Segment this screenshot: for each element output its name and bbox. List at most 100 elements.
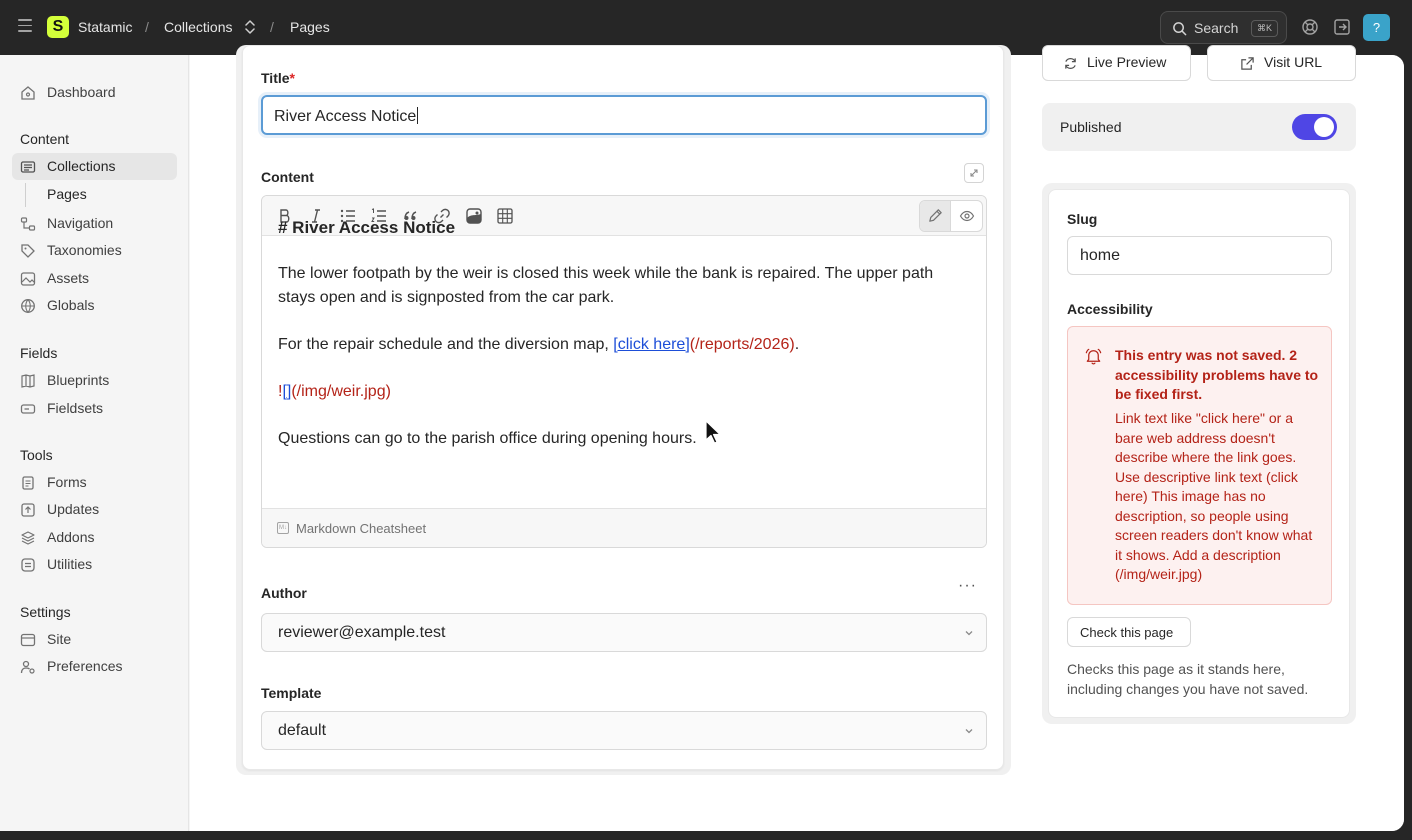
breadcrumb-site[interactable]: Statamic [78,19,132,35]
title-value: River Access Notice [274,108,417,125]
sidebar-item-label: Updates [47,501,100,517]
author-value: reviewer@example.test [278,624,446,641]
markdown-heading: # River Access Notice [278,218,456,237]
chevron-up-down-icon[interactable] [244,19,256,35]
title-input[interactable]: River Access Notice [261,95,987,135]
statamic-logo[interactable]: S [47,16,69,38]
expand-icon [970,169,978,177]
fullscreen-button[interactable] [964,163,984,183]
help-button[interactable]: ? [1363,14,1390,41]
preview-mode-button[interactable] [952,201,983,231]
sidebar-item-label: Globals [47,297,95,313]
markdown-icon: M↓ [277,522,289,534]
preferences-icon [20,660,35,674]
tag-icon [21,244,35,258]
navigation-icon [20,217,36,231]
sidebar-item-globals[interactable]: Globals [12,292,177,319]
sidebar-item-navigation[interactable]: Navigation [12,210,177,237]
site-icon [20,633,36,647]
sidebar-item-label: Taxonomies [47,242,122,258]
accessibility-label: Accessibility [1067,301,1153,317]
sidebar-heading-fields: Fields [20,345,58,361]
breadcrumb-collections[interactable]: Collections [164,19,232,35]
search-icon [1173,22,1187,36]
sidebar-heading-tools: Tools [20,447,53,463]
required-mark: * [289,70,295,86]
published-toggle[interactable] [1292,114,1337,140]
forms-icon [22,476,34,490]
slug-input[interactable]: home [1067,236,1332,275]
sidebar-item-label: Forms [47,474,87,490]
editor-mode-toggle [919,200,983,232]
breadcrumb-pages[interactable]: Pages [290,19,330,35]
sidebar-item-label: Collections [47,158,116,174]
sidebar-item-utilities[interactable]: Utilities [12,551,177,578]
author-label: Author [261,585,307,601]
markdown-link-text: [click here] [613,336,690,353]
check-page-note: Checks this page as it stands here, incl… [1067,661,1309,697]
sidebar-item-label: Assets [47,270,90,286]
blueprints-icon [21,374,35,388]
template-value: default [278,722,327,739]
markdown-image-alt: [] [282,383,292,400]
image-button[interactable] [464,206,484,226]
live-preview-button[interactable]: Live Preview [1042,45,1191,81]
table-button[interactable] [495,206,515,226]
live-preview-label: Live Preview [1087,54,1167,70]
content-label: Content [261,169,314,185]
sidebar-item-collections[interactable]: Collections [12,153,177,180]
markdown-paragraph: Questions can go to the parish office du… [278,430,697,447]
sidebar-item-preferences[interactable]: Preferences [12,653,177,680]
more-options-button[interactable]: ··· [958,577,977,595]
accessibility-alert: This entry was not saved. 2 accessibilit… [1067,326,1332,605]
addons-icon [21,531,35,545]
sidebar-item-fieldsets[interactable]: Fieldsets [12,395,177,422]
table-icon [497,208,513,224]
mouse-cursor-icon [705,420,721,444]
title-label: Title* [261,70,295,86]
check-page-button[interactable]: Check this page [1067,617,1191,647]
sidebar-item-blueprints[interactable]: Blueprints [12,367,177,394]
sidebar-item-taxonomies[interactable]: Taxonomies [12,237,177,264]
write-mode-button[interactable] [920,201,951,231]
assets-icon [20,272,36,286]
sidebar-item-updates[interactable]: Updates [12,496,177,523]
markdown-paragraph: The lower footpath by the weir is closed… [278,265,934,306]
sidebar-subitem-label: Pages [47,186,87,202]
support-icon[interactable] [1301,18,1319,36]
text-caret [417,107,419,124]
sidebar-item-label: Preferences [47,658,123,674]
markdown-editor: # River Access Notice The lower footpath… [261,195,987,548]
logout-icon[interactable] [1333,18,1351,36]
sidebar-heading-content: Content [20,131,70,147]
template-select[interactable]: default [261,711,987,750]
menu-icon[interactable] [18,19,32,33]
sidebar-item-addons[interactable]: Addons [12,524,177,551]
breadcrumb-separator: / [270,19,274,35]
sidebar-item-assets[interactable]: Assets [12,265,177,292]
check-page-label: Check this page [1080,625,1174,640]
chevron-down-icon [965,631,973,636]
markdown-cheatsheet-label: Markdown Cheatsheet [296,521,427,536]
template-label: Template [261,685,322,701]
search-button[interactable]: Search ⌘K [1160,11,1287,44]
globe-icon [21,299,35,314]
sidebar-item-forms[interactable]: Forms [12,469,177,496]
alert-message: Link text like "click here" or a bare we… [1115,410,1313,582]
sidebar-item-site[interactable]: Site [12,626,177,653]
sidebar-item-dashboard[interactable]: Dashboard [12,79,177,106]
author-select[interactable]: reviewer@example.test [261,613,987,652]
visit-url-label: Visit URL [1264,54,1323,70]
markdown-link-url: (/reports/2026) [689,336,795,353]
markdown-image: ![](/img/weir.jpg) [278,383,391,400]
chevron-down-icon [965,729,973,734]
updates-icon [21,503,35,517]
markdown-image-url: (/img/weir.jpg) [291,383,391,400]
visit-url-button[interactable]: Visit URL [1207,45,1356,81]
collections-icon [20,161,36,173]
eye-icon [959,210,975,222]
published-label: Published [1060,119,1122,135]
markdown-cheatsheet-link[interactable]: M↓ Markdown Cheatsheet [262,508,986,547]
main-content: Title* River Access Notice Content # Riv… [190,45,1404,831]
sidebar-subitem-pages[interactable]: Pages [25,183,87,207]
